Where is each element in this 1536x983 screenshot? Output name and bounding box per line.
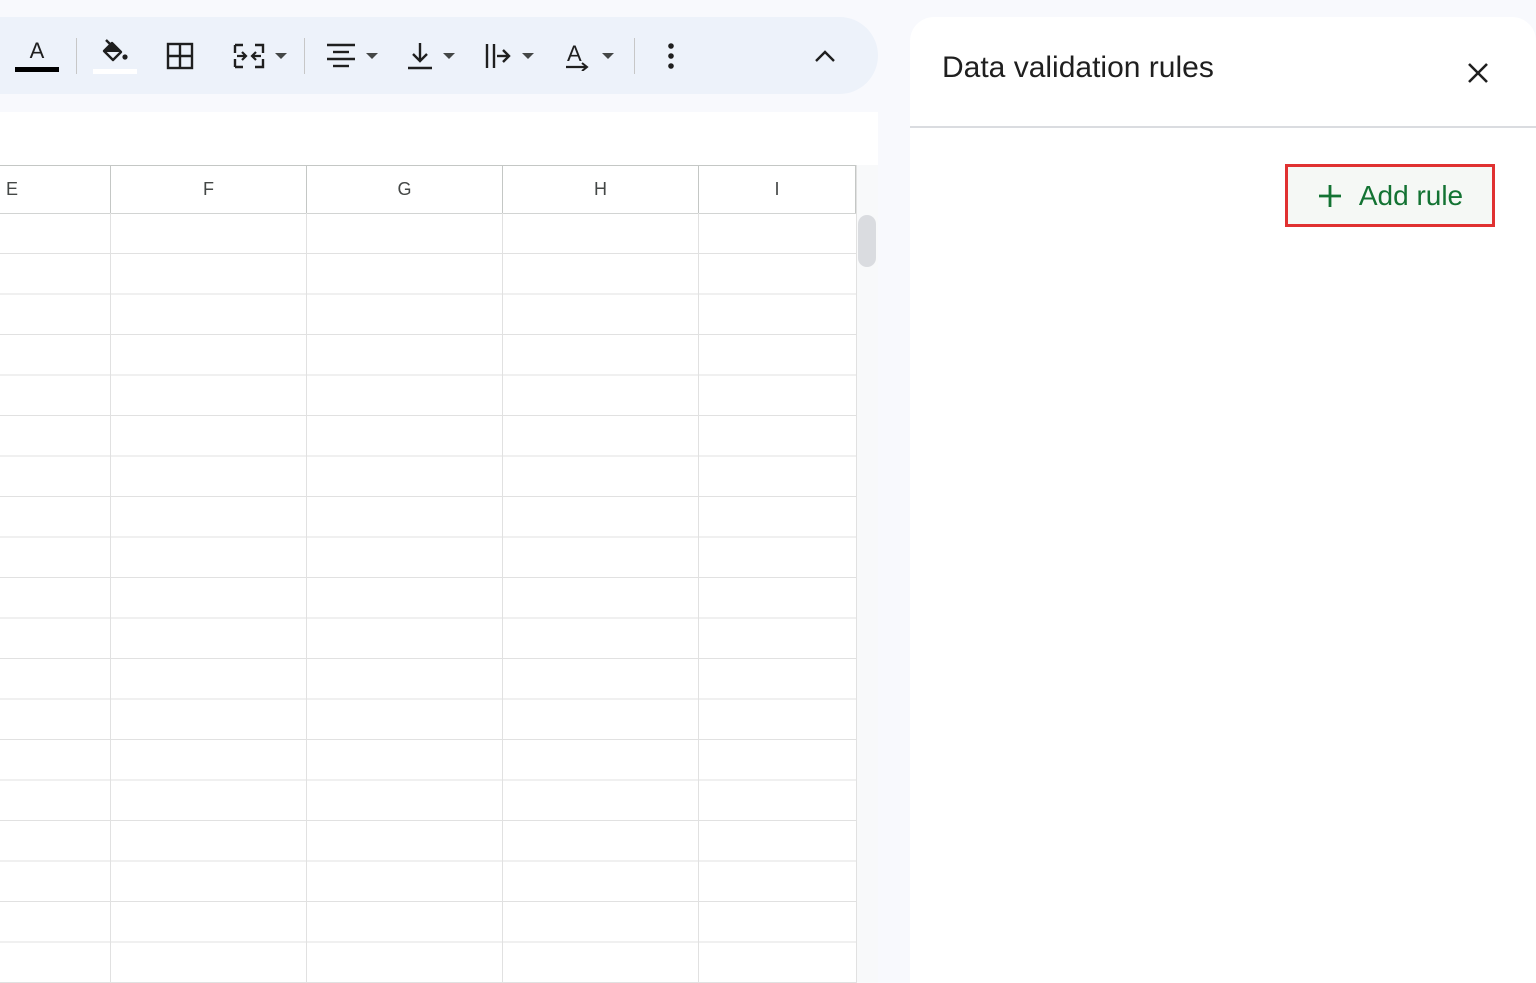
borders-icon: [166, 42, 194, 69]
hide-menus-button[interactable]: [806, 17, 844, 94]
vertical-scrollbar[interactable]: [856, 165, 878, 983]
column-header-i[interactable]: I: [699, 166, 856, 213]
align-bottom-icon: [408, 42, 432, 69]
column-header-f[interactable]: F: [111, 166, 307, 213]
column-header-e[interactable]: E: [0, 166, 111, 213]
spreadsheet-grid[interactable]: E F G H I: [0, 165, 878, 983]
close-panel-button[interactable]: [1462, 57, 1494, 89]
toolbar-divider: [76, 38, 77, 74]
horizontal-align-button[interactable]: [320, 17, 384, 94]
column-gridline: [698, 213, 699, 983]
column-gridline: [306, 213, 307, 983]
column-header-h[interactable]: H: [503, 166, 699, 213]
fill-color-swatch: [93, 68, 137, 74]
vertical-align-button[interactable]: [400, 17, 462, 94]
fill-color-button[interactable]: [92, 17, 138, 94]
chevron-down-icon: [522, 52, 534, 59]
text-wrapping-button[interactable]: [478, 17, 540, 94]
more-options-button[interactable]: [654, 17, 688, 94]
toolbar-divider: [304, 38, 305, 74]
text-color-swatch: [15, 66, 59, 72]
more-vert-icon: [668, 42, 674, 69]
chevron-down-icon: [275, 52, 287, 59]
text-color-icon: A: [15, 39, 59, 72]
cell-grid[interactable]: [0, 213, 856, 983]
close-icon: [1468, 63, 1488, 83]
plus-icon: [1318, 184, 1341, 207]
text-wrap-icon: [485, 43, 511, 68]
column-gridline: [502, 213, 503, 983]
paint-bucket-icon: [102, 38, 128, 61]
chevron-down-icon: [602, 52, 614, 59]
panel-title: Data validation rules: [942, 51, 1214, 84]
add-rule-button[interactable]: Add rule: [1285, 164, 1495, 227]
chevron-down-icon: [366, 52, 378, 59]
merge-cells-button[interactable]: [226, 17, 294, 94]
text-rotation-icon: A: [566, 41, 589, 71]
text-color-button[interactable]: A: [12, 17, 62, 94]
column-headers: E F G H I: [0, 165, 856, 214]
toolbar-divider: [634, 38, 635, 74]
text-rotation-button[interactable]: A: [558, 17, 620, 94]
scrollbar-thumb[interactable]: [858, 215, 876, 267]
column-header-g[interactable]: G: [307, 166, 503, 213]
formula-area: [0, 112, 878, 165]
panel-divider: [910, 126, 1536, 128]
chevron-up-icon: [815, 49, 835, 62]
svg-text:A: A: [567, 41, 582, 66]
align-center-icon: [327, 43, 355, 67]
data-validation-panel: Data validation rules Add rule: [910, 17, 1536, 983]
borders-button[interactable]: [160, 17, 200, 94]
column-gridline: [110, 213, 111, 983]
formatting-toolbar: A A: [0, 17, 878, 94]
add-rule-label: Add rule: [1358, 179, 1464, 211]
merge-cells-icon: [233, 43, 265, 68]
chevron-down-icon: [443, 52, 455, 59]
